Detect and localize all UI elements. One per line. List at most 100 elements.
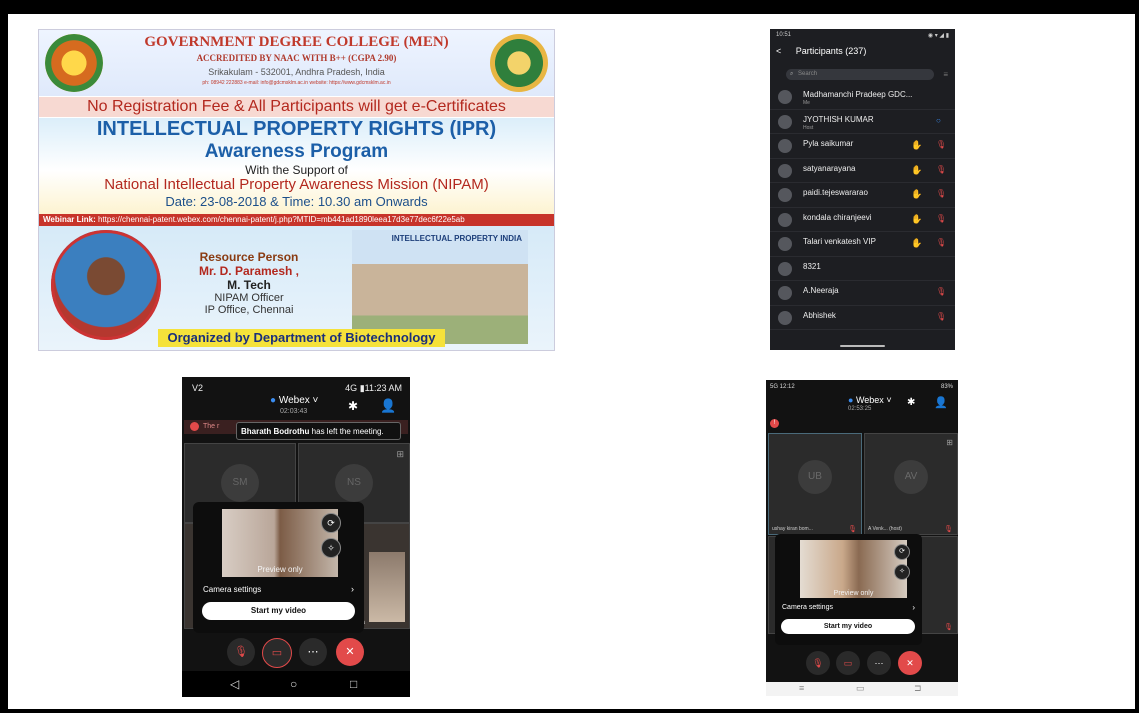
virtual-background-icon[interactable]: ✧ xyxy=(894,564,910,580)
program-subtitle: Awareness Program xyxy=(204,141,389,162)
mute-button[interactable]: 🎙 xyxy=(227,638,255,666)
resource-person-degree: M. Tech xyxy=(227,278,271,292)
home-indicator[interactable] xyxy=(840,345,885,347)
participant-row[interactable]: Abhishek 🎙 xyxy=(770,306,955,330)
poster-header: GOVERNMENT DEGREE COLLEGE (MEN) ACCREDIT… xyxy=(39,30,554,96)
camera-preview: Preview only xyxy=(800,540,907,598)
grid-view-icon[interactable]: ⊞ xyxy=(396,449,404,460)
back-icon[interactable]: ⊐ xyxy=(914,683,922,694)
participant-role: Me xyxy=(803,100,810,106)
more-options-button[interactable]: ⋯ xyxy=(867,651,891,675)
bluetooth-icon[interactable]: ✱ xyxy=(348,399,358,413)
camera-settings-label[interactable]: Camera settings xyxy=(782,604,833,611)
app-switcher[interactable]: ● Webex ˅ xyxy=(270,395,318,406)
resource-person-photo xyxy=(51,230,161,340)
alert-dot-icon[interactable]: ! xyxy=(770,419,779,428)
webinar-link-url[interactable]: https://chennai-patent.webex.com/chennai… xyxy=(98,215,465,224)
ip-india-logo: INTELLECTUAL PROPERTY INDIA xyxy=(391,234,522,243)
start-my-video-button[interactable]: Start my video xyxy=(202,602,355,620)
participant-row[interactable]: A.Neeraja 🎙 xyxy=(770,281,955,306)
webinar-link-bar[interactable]: Webinar Link: https://chennai-patent.web… xyxy=(39,214,554,226)
filter-icon[interactable]: ≡ xyxy=(943,70,948,79)
muted-mic-icon: 🎙 xyxy=(936,238,947,247)
participant-video xyxy=(369,552,405,622)
leave-meeting-button[interactable]: ✕ xyxy=(898,651,922,675)
college-name: GOVERNMENT DEGREE COLLEGE (MEN) xyxy=(144,34,449,50)
avatar xyxy=(778,114,792,129)
participants-title: Participants (237) xyxy=(795,46,867,56)
camera-settings-label[interactable]: Camera settings xyxy=(203,585,261,594)
avatar xyxy=(778,261,792,276)
resource-person-info: Resource Person Mr. D. Paramesh , M. Tec… xyxy=(174,250,324,316)
android-nav-bar: ◁ ○ □ xyxy=(182,671,410,697)
home-icon[interactable]: ○ xyxy=(290,677,297,691)
switch-camera-icon[interactable]: ⟳ xyxy=(321,513,341,533)
start-my-video-button[interactable]: Start my video xyxy=(781,619,915,634)
status-clock: 11:23 AM xyxy=(364,383,402,393)
bluetooth-icon[interactable]: ✱ xyxy=(907,397,915,408)
resource-person-office: IP Office, Chennai xyxy=(204,304,294,316)
back-icon[interactable]: ◁ xyxy=(230,677,239,691)
resource-person-name: Mr. D. Paramesh , xyxy=(198,264,300,278)
participant-row[interactable]: Talari venkatesh VIP ✋ 🎙 xyxy=(770,232,955,257)
webex-meeting-screenshot-2: 5G 12:12 83% ● Webex ˅ 02:53:25 ✱ 👤 ! UB… xyxy=(766,380,958,696)
avatar xyxy=(778,286,792,300)
avatar xyxy=(778,139,792,153)
college-address: Srikakulam - 532001, Andhra Pradesh, Ind… xyxy=(208,67,385,77)
participant-row[interactable]: paidi.tejeswararao ✋ 🎙 xyxy=(770,183,955,208)
chevron-right-icon[interactable]: › xyxy=(912,603,915,612)
video-tile[interactable]: UB ushay kiran bom... 🎙 xyxy=(768,433,862,535)
support-text: With the Support of xyxy=(245,163,348,177)
participant-row[interactable]: 8321 xyxy=(770,257,955,281)
toast-name: Bharath Bodrothu xyxy=(241,427,310,436)
muted-mic-icon: 🎙 xyxy=(936,311,947,321)
webex-dot-icon: ● xyxy=(848,395,854,405)
camera-preview-popup: Preview only ⟳ ✧ Camera settings › Start… xyxy=(775,534,922,645)
chevron-right-icon[interactable]: › xyxy=(351,584,354,594)
participant-row[interactable]: kondala chiranjeevi ✋ 🎙 xyxy=(770,208,955,232)
avatar: NS xyxy=(335,464,373,502)
participants-icon[interactable]: 👤 xyxy=(934,396,948,409)
mute-button[interactable]: 🎙 xyxy=(806,651,830,675)
more-options-button[interactable]: ⋯ xyxy=(299,638,327,666)
alert-dot-icon xyxy=(190,421,199,431)
leave-meeting-button[interactable]: ✕ xyxy=(336,638,364,666)
participant-row[interactable]: Pyla saikumar ✋ 🎙 xyxy=(770,134,955,159)
status-bar: V2 4G ▮ 11:23 AM xyxy=(192,383,402,394)
carrier-label: V2 xyxy=(192,383,204,393)
switch-camera-icon[interactable]: ⟳ xyxy=(894,544,910,560)
android-nav-bar: ≡ ▭ ⊐ xyxy=(766,682,958,696)
back-arrow-icon[interactable]: < xyxy=(776,46,781,56)
participants-icon[interactable]: 👤 xyxy=(380,398,396,414)
status-icons: ◉ ▾ ◢ ▮ xyxy=(927,33,949,39)
muted-mic-icon: 🎙 xyxy=(848,526,857,533)
host-status-icon: ○ xyxy=(936,115,941,125)
home-icon[interactable]: ▭ xyxy=(856,683,865,694)
video-toggle-button[interactable]: ▭ xyxy=(262,638,292,668)
recents-icon[interactable]: □ xyxy=(350,677,357,691)
status-bar: 5G 12:12 83% xyxy=(770,384,953,390)
participant-role: Host xyxy=(803,124,814,131)
app-switcher[interactable]: ● Webex ˅ xyxy=(848,395,892,405)
organizer-banner: Organized by Department of Biotechnology xyxy=(158,329,445,347)
recents-icon[interactable]: ≡ xyxy=(799,683,804,693)
tile-name: A Venk... (host) xyxy=(868,526,902,532)
status-time: 5G 12:12 xyxy=(770,384,795,390)
participant-list: Madhamanchi Pradeep GDC... Me JYOTHISH KUM… xyxy=(770,85,955,350)
muted-mic-icon: 🎙 xyxy=(944,526,953,533)
video-tile[interactable]: AV A Venk... (host) 🎙 ⊞ xyxy=(864,433,958,535)
participant-name: Talari venkatesh VIP xyxy=(803,237,876,246)
registration-banner: No Registration Fee & All Participants w… xyxy=(39,97,554,117)
participant-row[interactable]: JYOTHISH KUMAR Host ○ xyxy=(770,110,955,134)
grid-view-icon[interactable]: ⊞ xyxy=(946,438,953,447)
notification-text: The r xyxy=(203,423,220,430)
avatar: AV xyxy=(894,460,928,494)
participant-row[interactable]: Madhamanchi Pradeep GDC... Me xyxy=(770,85,955,110)
resource-section: Resource Person Mr. D. Paramesh , M. Tec… xyxy=(39,226,554,350)
status-right: 4G ▮ 11:23 AM xyxy=(345,383,402,393)
participant-search-input[interactable]: ⌕ Search xyxy=(786,69,934,80)
virtual-background-icon[interactable]: ✧ xyxy=(321,538,341,558)
raised-hand-icon: ✋ xyxy=(911,189,923,199)
participant-row[interactable]: satyanarayana ✋ 🎙 xyxy=(770,159,955,183)
video-toggle-button[interactable]: ▭ xyxy=(836,651,860,675)
